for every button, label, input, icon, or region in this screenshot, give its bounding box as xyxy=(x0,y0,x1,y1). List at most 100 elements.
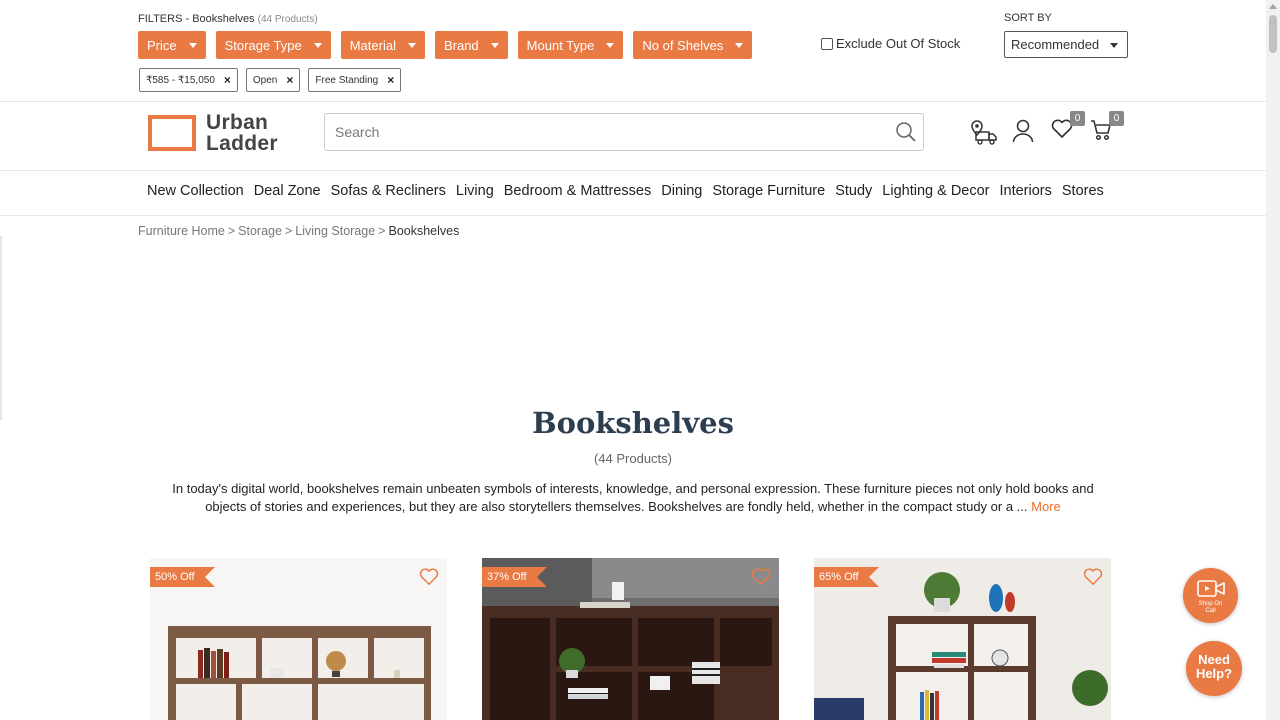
sort-by-label: SORT BY xyxy=(1004,12,1052,24)
logo-text: Urban Ladder xyxy=(206,112,278,154)
logo-line-1: Urban xyxy=(206,111,269,134)
breadcrumb-separator: > xyxy=(378,224,386,238)
filter-button-label: Mount Type xyxy=(526,37,595,53)
filter-buttons: Price Storage Type Material Brand Mount … xyxy=(138,31,753,59)
wishlist-count-badge: 0 xyxy=(1070,111,1085,126)
cart-count-badge: 0 xyxy=(1109,111,1124,126)
caret-down-icon xyxy=(1110,43,1118,48)
search-icon[interactable] xyxy=(895,121,917,148)
nav-item-dining[interactable]: Dining xyxy=(661,183,702,199)
exclude-out-of-stock-checkbox[interactable] xyxy=(821,37,833,50)
filter-chip-price: ₹585 - ₹15,050 × xyxy=(139,68,238,92)
exclude-out-of-stock-label: Exclude Out Of Stock xyxy=(836,36,961,51)
nav-item-storage-furniture[interactable]: Storage Furniture xyxy=(712,183,825,199)
shop-on-call-button[interactable]: Shop On Call xyxy=(1183,568,1238,623)
shop-on-call-label-line: Call xyxy=(1205,608,1216,614)
filter-chip-open: Open × xyxy=(245,68,301,92)
cart-icon[interactable]: 0 xyxy=(1090,111,1124,146)
nav-item-deal-zone[interactable]: Deal Zone xyxy=(254,183,321,199)
caret-down-icon xyxy=(188,42,197,48)
filter-material-button[interactable]: Material xyxy=(340,31,425,59)
search-box xyxy=(324,113,924,151)
discount-ribbon: 65% Off xyxy=(814,567,879,587)
nav-item-bedroom-mattresses[interactable]: Bedroom & Mattresses xyxy=(504,183,651,199)
close-icon[interactable]: × xyxy=(286,73,293,87)
filter-storage-type-button[interactable]: Storage Type xyxy=(215,31,331,59)
filter-category-label: FILTERS - Bookshelves xyxy=(138,13,255,25)
need-help-line: Need xyxy=(1198,652,1230,667)
page-scrollbar[interactable] xyxy=(1266,0,1280,720)
nav-item-interiors[interactable]: Interiors xyxy=(1000,183,1052,199)
scrollbar-thumb[interactable] xyxy=(1269,15,1277,53)
filter-bar: FILTERS - Bookshelves (44 Products) Pric… xyxy=(0,0,1266,102)
filter-product-count: (44 Products) xyxy=(257,14,318,25)
wishlist-heart-icon[interactable] xyxy=(1083,568,1103,591)
filter-button-label: Storage Type xyxy=(224,37,302,53)
filter-button-label: Price xyxy=(147,37,177,53)
nav-item-stores[interactable]: Stores xyxy=(1062,183,1104,199)
close-icon[interactable]: × xyxy=(224,73,231,87)
caret-down-icon xyxy=(407,42,416,48)
wishlist-heart-icon[interactable] xyxy=(419,568,439,591)
read-more-link[interactable]: More xyxy=(1031,499,1061,514)
page-product-count: (44 Products) xyxy=(593,451,673,466)
product-card[interactable]: 65% Off xyxy=(814,558,1111,720)
divider xyxy=(0,236,2,420)
close-icon[interactable]: × xyxy=(387,73,394,87)
discount-ribbon: 50% Off xyxy=(150,567,215,587)
filter-title: FILTERS - Bookshelves (44 Products) xyxy=(138,13,318,25)
nav-item-lighting-decor[interactable]: Lighting & Decor xyxy=(882,183,989,199)
breadcrumb-separator: > xyxy=(227,224,236,238)
filter-mount-type-button[interactable]: Mount Type xyxy=(517,31,624,59)
chip-label: Free Standing xyxy=(315,74,379,86)
nav-item-living[interactable]: Living xyxy=(456,183,494,199)
main-nav: New Collection Deal Zone Sofas & Recline… xyxy=(0,172,1266,216)
breadcrumb-link[interactable]: Furniture Home xyxy=(138,224,225,238)
filter-price-button[interactable]: Price xyxy=(138,31,206,59)
chip-label: ₹585 - ₹15,050 xyxy=(146,74,215,86)
shop-on-call-label: Shop On Call xyxy=(1183,601,1238,615)
sort-select[interactable]: Recommended xyxy=(1004,31,1128,58)
caret-down-icon xyxy=(606,42,615,48)
nav-item-sofas-recliners[interactable]: Sofas & Recliners xyxy=(331,183,446,199)
track-order-icon[interactable] xyxy=(970,119,998,150)
filter-button-label: No of Shelves xyxy=(642,37,724,53)
breadcrumb-link[interactable]: Living Storage xyxy=(295,224,375,238)
sort-selected-value: Recommended xyxy=(1011,37,1100,52)
wishlist-icon[interactable]: 0 xyxy=(1051,111,1085,144)
filter-brand-button[interactable]: Brand xyxy=(434,31,508,59)
filter-chip-free-standing: Free Standing × xyxy=(308,68,402,92)
search-input[interactable] xyxy=(325,114,865,150)
wishlist-heart-icon[interactable] xyxy=(751,568,771,591)
scroll-up-arrow-icon[interactable] xyxy=(1269,4,1277,9)
nav-item-study[interactable]: Study xyxy=(835,183,872,199)
logo-line-2: Ladder xyxy=(206,132,278,155)
product-card[interactable]: 37% Off xyxy=(482,558,779,720)
caret-down-icon xyxy=(313,42,322,48)
filter-no-of-shelves-button[interactable]: No of Shelves xyxy=(633,31,753,59)
nav-item-new-collection[interactable]: New Collection xyxy=(147,183,244,199)
site-header: Urban Ladder 0 0 xyxy=(0,102,1266,171)
page-title: Bookshelves xyxy=(532,406,734,440)
logo[interactable]: Urban Ladder xyxy=(148,112,278,154)
description-text: In today's digital world, bookshelves re… xyxy=(172,481,1094,514)
breadcrumb-separator: > xyxy=(284,224,293,238)
shop-on-call-label-line: Shop On xyxy=(1198,601,1223,607)
logo-mark-icon xyxy=(148,115,196,151)
applied-filter-chips: ₹585 - ₹15,050 × Open × Free Standing × xyxy=(139,68,402,92)
discount-ribbon: 37% Off xyxy=(482,567,547,587)
product-card[interactable]: 50% Off xyxy=(150,558,447,720)
filter-button-label: Material xyxy=(349,37,396,53)
exclude-out-of-stock[interactable]: Exclude Out Of Stock xyxy=(821,36,960,51)
category-description: In today's digital world, bookshelves re… xyxy=(150,480,1116,516)
breadcrumb-current: Bookshelves xyxy=(388,224,460,238)
breadcrumb: Furniture Home > Storage > Living Storage > Bo… xyxy=(138,224,459,238)
user-icon[interactable] xyxy=(1012,119,1034,148)
caret-down-icon xyxy=(735,42,744,48)
chip-label: Open xyxy=(252,74,278,86)
caret-down-icon xyxy=(490,42,499,48)
need-help-line: Help? xyxy=(1195,666,1233,681)
breadcrumb-link[interactable]: Storage xyxy=(238,224,282,238)
filter-button-label: Brand xyxy=(443,37,479,53)
need-help-button[interactable]: Need Help? xyxy=(1186,641,1242,696)
